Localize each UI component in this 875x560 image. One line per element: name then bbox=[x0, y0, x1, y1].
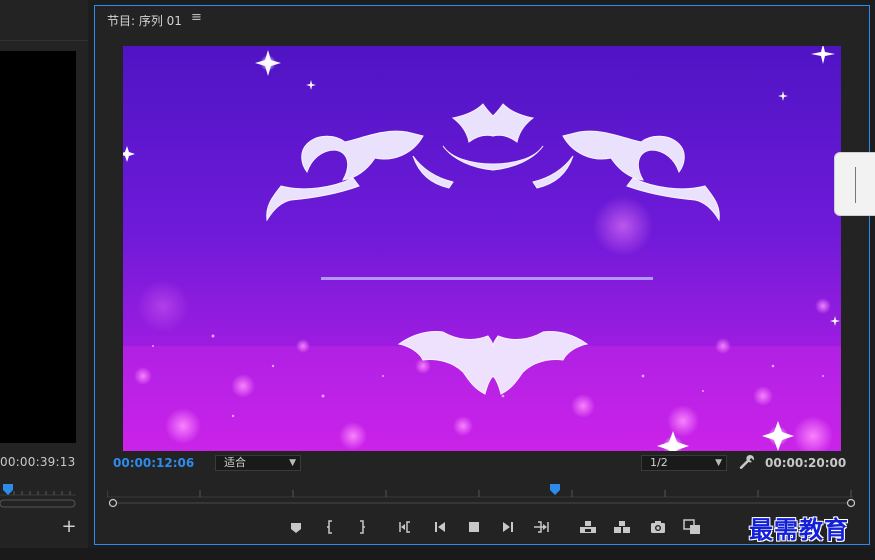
zoom-level-value: 适合 bbox=[224, 456, 246, 469]
duration-timecode: 00:00:20:00 bbox=[765, 456, 847, 470]
go-to-in-button[interactable] bbox=[395, 516, 417, 538]
program-video-frame bbox=[123, 46, 841, 451]
play-stop-button[interactable] bbox=[463, 516, 485, 538]
panel-menu-icon[interactable]: ≡ bbox=[191, 10, 202, 25]
source-time-ruler[interactable] bbox=[0, 484, 76, 496]
mark-out-icon bbox=[360, 520, 364, 534]
step-back-button[interactable] bbox=[429, 516, 451, 538]
source-zoom-scrollbar[interactable] bbox=[0, 498, 76, 508]
bottom-strip bbox=[0, 548, 875, 560]
source-timecode[interactable]: 00:00:39:13 bbox=[0, 455, 75, 469]
export-frame-button[interactable] bbox=[647, 516, 669, 538]
mark-in-icon bbox=[328, 520, 332, 534]
comparison-view-button[interactable] bbox=[681, 516, 703, 538]
program-monitor-panel: 节目: 序列 01 ≡ 00:00:12:06 适合 ▼ 1/2 ▼ 00:00… bbox=[94, 5, 870, 545]
mark-in-button[interactable] bbox=[319, 516, 341, 538]
floating-panel-tab[interactable] bbox=[834, 152, 875, 216]
source-tab-divider bbox=[0, 40, 88, 41]
extract-icon bbox=[614, 521, 630, 533]
chevron-down-icon: ▼ bbox=[289, 458, 296, 468]
program-zoom-scrollbar[interactable] bbox=[109, 496, 855, 510]
chevron-down-icon: ▼ bbox=[715, 458, 722, 468]
marker-icon bbox=[291, 523, 301, 533]
step-back-icon bbox=[435, 522, 445, 532]
step-forward-icon bbox=[503, 522, 513, 532]
source-video-frame bbox=[0, 51, 76, 443]
lift-button[interactable] bbox=[577, 516, 599, 538]
extract-button[interactable] bbox=[611, 516, 633, 538]
comparison-icon bbox=[683, 519, 700, 534]
add-button[interactable]: + bbox=[60, 518, 78, 536]
source-monitor-panel: 00:00:39:13 + bbox=[0, 0, 88, 548]
program-playhead-icon[interactable] bbox=[549, 484, 561, 496]
program-monitor-title[interactable]: 节目: 序列 01 bbox=[107, 12, 182, 29]
tab-grip bbox=[855, 167, 856, 203]
stop-icon bbox=[469, 522, 479, 532]
video-frame-image bbox=[123, 46, 841, 451]
playback-resolution-select[interactable]: 1/2 ▼ bbox=[641, 455, 727, 471]
settings-wrench-icon[interactable] bbox=[739, 454, 755, 470]
add-marker-button[interactable] bbox=[285, 516, 307, 538]
zoom-level-select[interactable]: 适合 ▼ bbox=[215, 455, 301, 471]
mark-out-button[interactable] bbox=[351, 516, 373, 538]
current-timecode[interactable]: 00:00:12:06 bbox=[113, 456, 194, 470]
watermark: 最需教育 bbox=[749, 515, 849, 544]
step-forward-button[interactable] bbox=[497, 516, 519, 538]
camera-icon bbox=[651, 521, 665, 533]
resolution-value: 1/2 bbox=[650, 456, 668, 469]
transport-controls bbox=[285, 516, 725, 538]
go-to-out-button[interactable] bbox=[531, 516, 553, 538]
source-playhead-icon bbox=[3, 484, 13, 495]
